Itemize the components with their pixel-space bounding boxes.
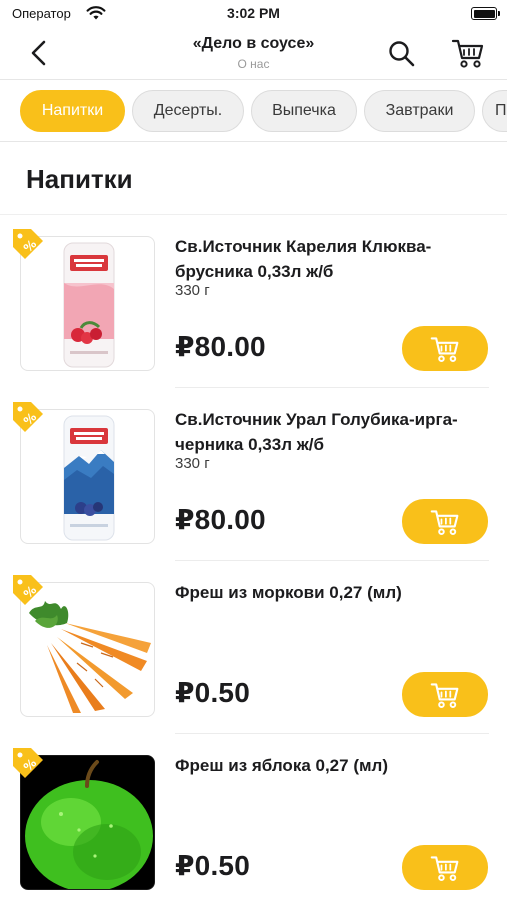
product-price: ₽0.50 <box>175 850 250 881</box>
about-link[interactable]: О нас <box>0 57 507 71</box>
tab-desserts[interactable]: Десерты. <box>132 90 244 132</box>
discount-badge-icon: % <box>13 748 43 778</box>
page-title: «Дело в соусе» <box>192 35 315 52</box>
product-name: Св.Источник Карелия Клюква-брусника 0,33… <box>175 237 432 281</box>
tab-more[interactable]: П <box>482 90 507 132</box>
category-tabs: Напитки Десерты. Выпечка Завтраки П <box>0 80 507 142</box>
discount-badge-icon: % <box>13 575 43 605</box>
product-card[interactable]: % Св.Источник Карелия Клюква-брусника 0,… <box>0 216 507 388</box>
add-to-cart-button[interactable] <box>402 845 488 890</box>
product-card[interactable]: % Св.Источник Урал Голубика-ирга-черника… <box>0 389 507 561</box>
product-card[interactable]: % Фреш из моркови 0,27 (мл) ₽0.50 <box>0 562 507 734</box>
clock: 3:02 PM <box>227 5 280 21</box>
add-to-cart-button[interactable] <box>402 326 488 371</box>
product-card[interactable]: % Фреш из яблока 0,27 (мл) ₽0.50 <box>0 735 507 900</box>
tab-pastry[interactable]: Выпечка <box>251 90 357 132</box>
search-icon[interactable] <box>386 38 418 70</box>
product-price: ₽80.00 <box>175 331 266 362</box>
product-price: ₽0.50 <box>175 677 250 708</box>
tab-breakfasts[interactable]: Завтраки <box>364 90 475 132</box>
discount-badge-icon: % <box>13 229 43 259</box>
divider <box>175 560 489 561</box>
product-weight: 330 г <box>175 455 210 472</box>
add-to-cart-button[interactable] <box>402 499 488 544</box>
product-price: ₽80.00 <box>175 504 266 535</box>
divider <box>175 387 489 388</box>
navigation-bar: «Дело в соусе» О нас <box>0 28 507 80</box>
section-title: Напитки <box>26 164 133 194</box>
cart-icon <box>430 682 459 708</box>
status-bar: Оператор 3:02 PM <box>0 0 507 28</box>
product-name: Фреш из яблока 0,27 (мл) <box>175 756 389 775</box>
battery-icon <box>471 7 500 20</box>
cart-icon <box>430 509 459 535</box>
divider <box>175 733 489 734</box>
tab-drinks[interactable]: Напитки <box>20 90 125 132</box>
cart-icon <box>430 336 459 362</box>
cart-icon <box>430 855 459 881</box>
product-name: Фреш из моркови 0,27 (мл) <box>175 583 402 602</box>
cart-icon[interactable] <box>450 36 486 70</box>
divider <box>0 214 507 215</box>
discount-badge-icon: % <box>13 402 43 432</box>
add-to-cart-button[interactable] <box>402 672 488 717</box>
product-weight: 330 г <box>175 282 210 299</box>
product-name: Св.Источник Урал Голубика-ирга-черника 0… <box>175 410 458 454</box>
